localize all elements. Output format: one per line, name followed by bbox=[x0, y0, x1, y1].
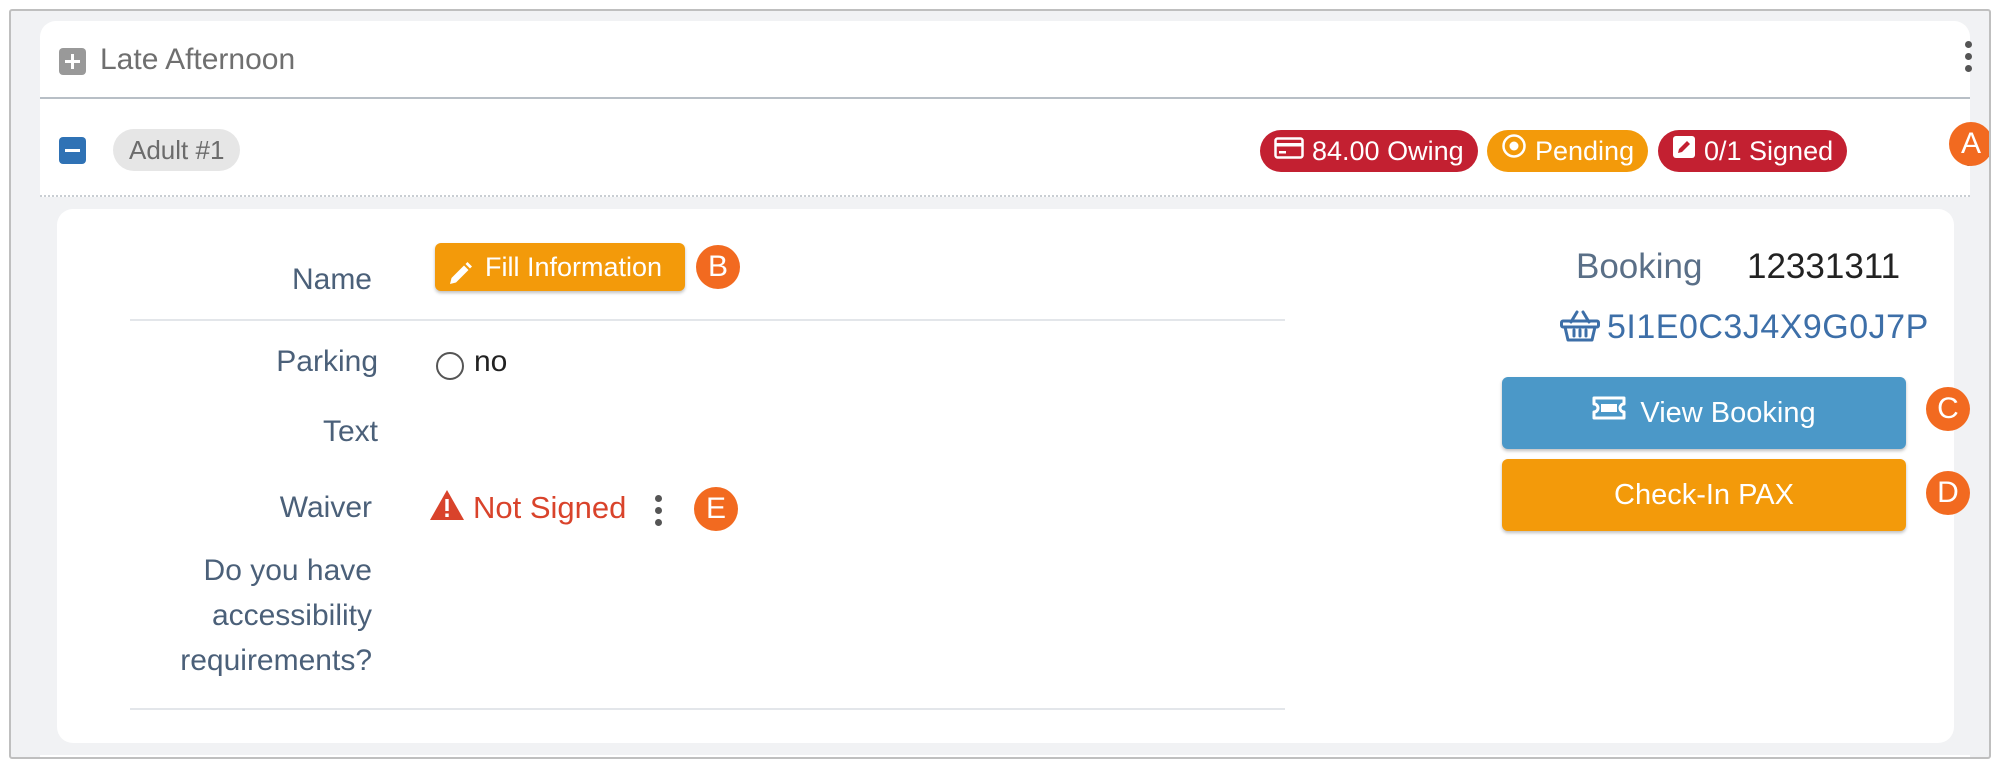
divider bbox=[130, 708, 1285, 710]
credit-card-icon bbox=[1274, 129, 1304, 171]
section-title: Late Afternoon bbox=[100, 43, 296, 76]
basket-icon bbox=[1560, 309, 1600, 348]
minus-square-icon[interactable] bbox=[59, 137, 86, 164]
check-in-pax-label: Check-In PAX bbox=[1614, 479, 1794, 511]
text-label: Text bbox=[322, 415, 378, 448]
divider bbox=[130, 319, 1285, 321]
view-booking-button[interactable]: View Booking bbox=[1502, 377, 1906, 449]
check-in-pax-button[interactable]: Check-In PAX bbox=[1502, 459, 1906, 531]
fill-information-button[interactable]: Fill Information bbox=[435, 243, 685, 291]
pending-badge: Pending bbox=[1487, 129, 1649, 172]
marker-b: B bbox=[696, 245, 740, 289]
marker-d: D bbox=[1926, 471, 1970, 515]
fill-information-label: Fill Information bbox=[485, 252, 663, 282]
plus-square-icon[interactable] bbox=[59, 48, 86, 75]
booking-code-link[interactable]: 5I1E0C3J4X9G0J7P bbox=[1607, 303, 1929, 351]
dot-circle-icon bbox=[1501, 129, 1527, 171]
parking-radio-label: no bbox=[474, 345, 508, 378]
accessibility-label-line3: requirements? bbox=[180, 644, 372, 677]
waiver-label: Waiver bbox=[279, 491, 372, 524]
waiver-menu-icon[interactable] bbox=[653, 495, 663, 527]
parking-label: Parking bbox=[276, 345, 378, 378]
booking-label: Booking bbox=[1576, 247, 1703, 286]
waiver-status: Not Signed bbox=[473, 490, 627, 525]
marker-a: A bbox=[1949, 122, 1989, 166]
next-row-edge bbox=[40, 755, 1970, 757]
booking-number: 12331311 bbox=[1747, 247, 1901, 286]
warning-triangle-icon bbox=[429, 489, 465, 526]
view-booking-label: View Booking bbox=[1640, 397, 1816, 429]
participant-row: Adult #1 84.00 Owing Pending 0/1 Signed bbox=[40, 99, 1972, 197]
pencil-icon bbox=[447, 254, 473, 302]
signed-badge: 0/1 Signed bbox=[1658, 129, 1848, 172]
marker-c: C bbox=[1926, 387, 1970, 431]
booking-panel-frame: Late Afternoon Adult #1 84.00 Owing Pend… bbox=[9, 9, 1991, 759]
parking-radio[interactable] bbox=[436, 352, 464, 380]
marker-e: E bbox=[694, 487, 738, 531]
name-label: Name bbox=[291, 263, 372, 296]
signed-badge-label: 0/1 Signed bbox=[1704, 136, 1834, 166]
section-menu-icon[interactable] bbox=[1963, 41, 1973, 73]
section-header: Late Afternoon bbox=[40, 21, 1973, 99]
owing-badge: 84.00 Owing bbox=[1260, 130, 1478, 172]
pending-badge-label: Pending bbox=[1535, 136, 1635, 166]
accessibility-label-line1: Do you have bbox=[203, 554, 372, 587]
edit-square-icon bbox=[1672, 129, 1696, 171]
owing-badge-label: 84.00 Owing bbox=[1312, 136, 1464, 166]
ticket-icon bbox=[1592, 375, 1626, 447]
participant-details: Name Fill Information B Parking no Text … bbox=[57, 209, 1970, 743]
participant-pill: Adult #1 bbox=[113, 129, 241, 171]
accessibility-label-line2: accessibility bbox=[211, 599, 372, 632]
